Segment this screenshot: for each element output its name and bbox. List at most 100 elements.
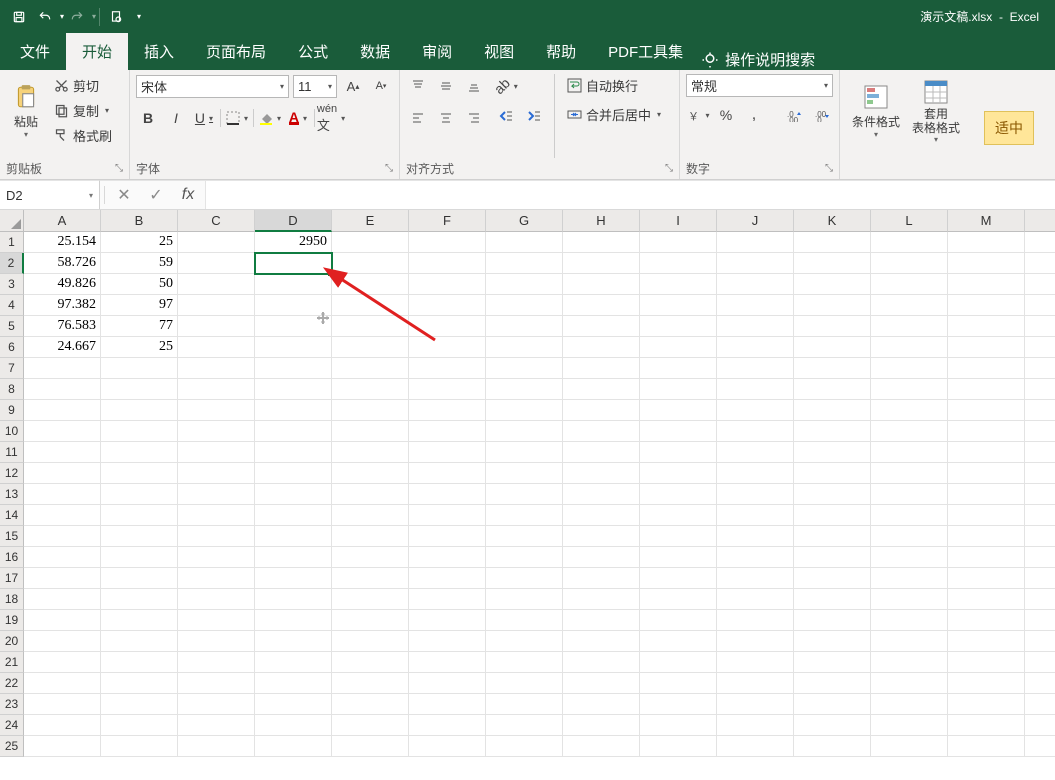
cell[interactable] [486, 547, 563, 568]
cell[interactable] [332, 715, 409, 736]
cell[interactable] [871, 694, 948, 715]
cell[interactable] [1025, 715, 1055, 736]
cell[interactable] [101, 589, 178, 610]
cell[interactable] [871, 232, 948, 253]
cell[interactable] [178, 253, 255, 274]
cell[interactable] [794, 379, 871, 400]
cell-style-moderate[interactable]: 适中 [984, 111, 1034, 145]
cell[interactable] [101, 484, 178, 505]
cell[interactable] [794, 274, 871, 295]
cell[interactable] [409, 463, 486, 484]
cell[interactable] [1025, 589, 1055, 610]
cell[interactable] [486, 715, 563, 736]
cell[interactable] [1025, 652, 1055, 673]
cell[interactable] [178, 274, 255, 295]
cell[interactable] [486, 526, 563, 547]
cell[interactable] [717, 715, 794, 736]
cell[interactable] [486, 253, 563, 274]
align-right-button[interactable] [462, 106, 486, 130]
cell[interactable] [332, 358, 409, 379]
cell[interactable] [409, 631, 486, 652]
cell[interactable] [178, 505, 255, 526]
cell[interactable] [871, 442, 948, 463]
cell[interactable] [871, 274, 948, 295]
cell[interactable]: 2950 [255, 232, 332, 253]
cell[interactable] [409, 484, 486, 505]
cell[interactable] [640, 253, 717, 274]
cell[interactable] [24, 526, 101, 547]
cell[interactable] [717, 589, 794, 610]
cell[interactable] [1025, 631, 1055, 652]
cell[interactable] [1025, 400, 1055, 421]
column-header[interactable] [1025, 210, 1055, 232]
cell[interactable] [486, 610, 563, 631]
cell[interactable] [948, 442, 1025, 463]
cell[interactable] [178, 526, 255, 547]
cell[interactable] [24, 442, 101, 463]
row-header[interactable]: 5 [0, 316, 24, 337]
cell[interactable] [255, 463, 332, 484]
accounting-button[interactable]: ￥▾ [686, 103, 710, 127]
cell[interactable]: 97 [101, 295, 178, 316]
cell[interactable] [640, 484, 717, 505]
cell[interactable] [255, 589, 332, 610]
cell[interactable] [948, 463, 1025, 484]
cell[interactable] [794, 694, 871, 715]
cell[interactable] [332, 232, 409, 253]
cell[interactable] [1025, 463, 1055, 484]
cell[interactable] [1025, 610, 1055, 631]
cell[interactable]: 25 [101, 232, 178, 253]
cell[interactable] [640, 505, 717, 526]
cell[interactable] [255, 715, 332, 736]
tab-layout[interactable]: 页面布局 [190, 33, 282, 70]
cell[interactable] [1025, 568, 1055, 589]
cell[interactable] [563, 505, 640, 526]
cell[interactable] [332, 442, 409, 463]
cell[interactable] [948, 232, 1025, 253]
cell[interactable] [24, 631, 101, 652]
cell[interactable] [948, 652, 1025, 673]
cell[interactable] [717, 379, 794, 400]
save-button[interactable] [6, 4, 32, 30]
cell[interactable] [255, 484, 332, 505]
cell[interactable] [948, 589, 1025, 610]
cell[interactable] [640, 316, 717, 337]
cell[interactable] [717, 505, 794, 526]
cell[interactable] [486, 505, 563, 526]
column-header[interactable]: K [794, 210, 871, 232]
number-dialog-launcher[interactable]: ⤡ [825, 163, 833, 174]
cell[interactable] [717, 400, 794, 421]
cell[interactable] [332, 652, 409, 673]
cell[interactable] [486, 337, 563, 358]
row-header[interactable]: 4 [0, 295, 24, 316]
cell[interactable] [871, 337, 948, 358]
cell[interactable] [640, 673, 717, 694]
row-header[interactable]: 2 [0, 253, 24, 274]
column-header[interactable]: D [255, 210, 332, 232]
cell[interactable] [1025, 694, 1055, 715]
cell[interactable] [563, 484, 640, 505]
orientation-button[interactable]: ab▾ [494, 74, 518, 98]
cell[interactable] [640, 610, 717, 631]
cell[interactable] [871, 736, 948, 757]
cell[interactable] [948, 274, 1025, 295]
decrease-indent-button[interactable] [494, 104, 518, 128]
cell[interactable] [332, 337, 409, 358]
cell[interactable] [486, 463, 563, 484]
cell[interactable] [24, 715, 101, 736]
cell[interactable] [640, 589, 717, 610]
number-format-select[interactable]: 常规▾ [686, 74, 833, 97]
conditional-format-button[interactable]: 条件格式 ▾ [846, 74, 906, 148]
cell[interactable] [178, 400, 255, 421]
row-header[interactable]: 15 [0, 526, 24, 547]
cell[interactable] [409, 442, 486, 463]
select-all-corner[interactable] [0, 210, 24, 232]
cell[interactable] [101, 694, 178, 715]
cell[interactable] [563, 526, 640, 547]
tell-me-search[interactable]: 操作说明搜索 [701, 49, 815, 70]
comma-button[interactable]: , [742, 103, 766, 127]
cell[interactable] [1025, 274, 1055, 295]
cell[interactable] [409, 673, 486, 694]
cell[interactable] [332, 379, 409, 400]
row-header[interactable]: 21 [0, 652, 24, 673]
